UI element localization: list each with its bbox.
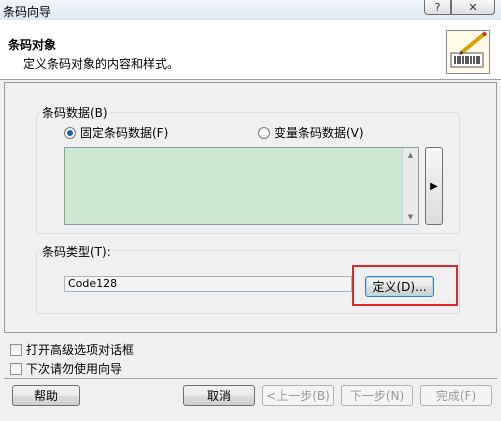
skip-wizard-label: 下次请勿使用向导: [26, 362, 123, 376]
scroll-down-icon[interactable]: ▼: [403, 210, 418, 224]
cancel-button[interactable]: 取消: [183, 385, 255, 406]
skip-wizard-checkbox[interactable]: 下次请勿使用向导: [10, 360, 122, 377]
advanced-dialog-label: 打开高级选项对话框: [26, 343, 135, 357]
barcode-type-field[interactable]: Code128: [64, 276, 352, 292]
fixed-data-radio-label: 固定条码数据(F): [80, 126, 169, 140]
header-title: 条码对象: [8, 38, 57, 52]
footer-separator: [4, 378, 497, 379]
wizard-header: 条码对象 定义条码对象的内容和样式。: [0, 20, 501, 80]
close-button[interactable]: ✕: [451, 0, 495, 15]
header-subtitle: 定义条码对象的内容和样式。: [23, 57, 180, 71]
close-icon: ✕: [468, 0, 478, 14]
help-icon: ?: [434, 0, 441, 14]
radio-button-unchecked[interactable]: [258, 126, 270, 139]
next-button[interactable]: 下一步(N): [341, 385, 413, 406]
advanced-dialog-checkbox[interactable]: 打开高级选项对话框: [10, 341, 134, 358]
checkbox-box[interactable]: [10, 343, 22, 356]
help-titlebar-button[interactable]: ?: [424, 0, 451, 15]
checkbox-box[interactable]: [10, 362, 22, 375]
help-button[interactable]: 帮助: [12, 385, 80, 406]
barcode-type-group-label: 条码类型(T):: [40, 243, 113, 260]
insert-field-button[interactable]: ▶: [425, 147, 443, 225]
barcode-data-group-label: 条码数据(B): [40, 104, 110, 121]
vertical-scrollbar[interactable]: ▲ ▼: [402, 148, 418, 224]
radio-button-checked[interactable]: [64, 126, 76, 139]
barcode-data-textarea[interactable]: ▲ ▼: [64, 147, 419, 225]
play-arrow-icon: ▶: [430, 180, 438, 192]
window-title: 条码向导: [3, 5, 52, 19]
variable-data-radio[interactable]: 变量条码数据(V): [258, 124, 364, 141]
define-button[interactable]: 定义(D)...: [365, 276, 434, 297]
title-bar: 条码向导 ? ✕: [0, 0, 501, 20]
finish-button[interactable]: 完成(F): [420, 385, 492, 406]
back-button[interactable]: <上一步(B): [262, 385, 334, 406]
barcode-pen-icon: [446, 30, 490, 74]
variable-data-radio-label: 变量条码数据(V): [274, 126, 364, 140]
scroll-up-icon[interactable]: ▲: [403, 148, 418, 162]
fixed-data-radio[interactable]: 固定条码数据(F): [64, 124, 168, 141]
